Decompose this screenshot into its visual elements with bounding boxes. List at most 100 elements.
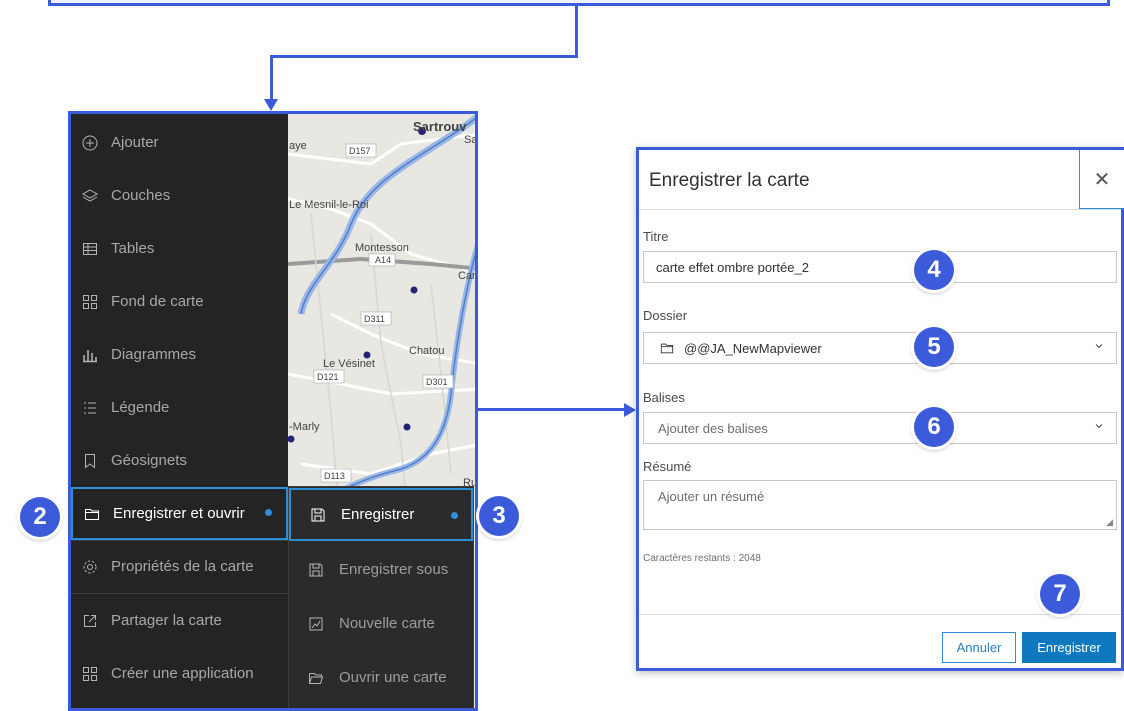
map-label: Car <box>458 270 476 282</box>
close-button[interactable]: ✕ <box>1079 150 1124 209</box>
map-label: Sartrouv <box>413 119 467 134</box>
resize-handle-icon[interactable]: ◢ <box>1106 517 1113 528</box>
step-badge-7: 7 <box>1040 574 1080 614</box>
sidebar-item-diagrammes[interactable]: Diagrammes <box>71 328 288 381</box>
basemap-icon <box>81 293 99 311</box>
divider <box>639 209 1121 210</box>
folder-select-value: @@JA_NewMapviewer <box>684 340 822 356</box>
arrow-down-icon <box>264 99 278 111</box>
legend-icon <box>81 399 99 417</box>
map-label: Le Vésinet <box>323 358 375 370</box>
sidebar-item-partager[interactable]: Partager la carte <box>71 594 288 647</box>
step-badge-5: 5 <box>914 327 954 367</box>
sidebar-item-label: Légende <box>111 399 170 416</box>
close-icon: ✕ <box>1093 168 1111 191</box>
active-dot-icon <box>451 512 458 519</box>
map-label: A14 <box>375 255 391 265</box>
submenu-item-nouvelle-carte[interactable]: Nouvelle carte <box>289 597 473 650</box>
submenu-item-label: Enregistrer <box>341 506 415 523</box>
connector-line <box>478 408 626 411</box>
connector-line <box>575 5 578 57</box>
divider <box>639 614 1121 615</box>
sidebar-item-label: Géosignets <box>111 452 187 469</box>
save-submenu: Enregistrer Enregistrer sous Nouvelle ca… <box>288 486 474 708</box>
sidebar-item-label: Couches <box>111 187 171 204</box>
apps-icon <box>81 665 99 683</box>
sidebar-item-label: Propriétés de la carte <box>111 558 254 575</box>
cancel-button[interactable]: Annuler <box>942 632 1016 663</box>
open-folder-icon <box>307 669 325 687</box>
sidebar-item-fond-de-carte[interactable]: Fond de carte <box>71 275 288 328</box>
map-label: Chatou <box>409 345 444 357</box>
submenu-item-ouvrir-carte[interactable]: Ouvrir une carte <box>289 651 473 704</box>
sidebar-item-label: Créer une application <box>111 665 254 682</box>
map-label: -Marly <box>289 421 320 433</box>
sidebar-item-couches[interactable]: Couches <box>71 169 288 222</box>
sidebar-item-tables[interactable]: Tables <box>71 222 288 275</box>
title-input-value: carte effet ombre portée_2 <box>656 259 809 275</box>
tags-placeholder: Ajouter des balises <box>658 420 768 436</box>
plus-circle-icon <box>81 134 99 152</box>
chart-icon <box>81 346 99 364</box>
arrow-right-icon <box>624 403 636 417</box>
summary-placeholder: Ajouter un résumé <box>658 489 765 504</box>
step-badge-6: 6 <box>914 407 954 447</box>
step-badge-2: 2 <box>20 497 60 537</box>
folder-label: Dossier <box>643 308 688 323</box>
chars-remaining: Caractères restants : 2048 <box>643 553 761 564</box>
save-icon <box>309 506 327 524</box>
chevron-down-icon <box>1094 341 1104 354</box>
submenu-item-enregistrer[interactable]: Enregistrer <box>289 488 473 541</box>
map-label: Montesson <box>355 242 409 254</box>
sidebar-item-label: Ajouter <box>111 134 159 151</box>
folder-icon <box>83 505 101 523</box>
tags-select[interactable]: Ajouter des balises <box>643 412 1117 444</box>
sidebar: Ajouter Couches Tables Fond de carte Dia… <box>71 114 288 708</box>
sidebar-item-legende[interactable]: Légende <box>71 381 288 434</box>
bookmark-icon <box>81 452 99 470</box>
app-panel: Sartrouv Sa aye D157 Le Mesnil-le-Roi Mo… <box>68 111 478 711</box>
sidebar-item-proprietes[interactable]: Propriétés de la carte <box>71 540 288 593</box>
sidebar-item-ajouter[interactable]: Ajouter <box>71 116 288 169</box>
sidebar-item-creer-application[interactable]: Créer une application <box>71 647 288 700</box>
connector-line <box>270 55 273 101</box>
summary-textarea[interactable]: Ajouter un résumé ◢ <box>643 480 1117 530</box>
map-label: D121 <box>317 372 339 382</box>
map-label: Le Mesnil-le-Roi <box>289 199 368 211</box>
sidebar-item-label: Partager la carte <box>111 612 222 629</box>
sidebar-item-enregistrer-et-ouvrir[interactable]: Enregistrer et ouvrir <box>71 487 288 540</box>
sidebar-item-label: Enregistrer et ouvrir <box>113 505 245 522</box>
submenu-item-label: Enregistrer sous <box>339 561 449 578</box>
save-as-icon <box>307 561 325 579</box>
step-badge-3: 3 <box>479 496 519 536</box>
submenu-item-label: Ouvrir une carte <box>339 669 447 686</box>
folder-select[interactable]: @@JA_NewMapviewer <box>643 332 1117 364</box>
sidebar-item-label: Fond de carte <box>111 293 204 310</box>
sidebar-item-geosignets[interactable]: Géosignets <box>71 434 288 487</box>
connector-line <box>270 55 578 58</box>
map-label: D311 <box>364 314 385 324</box>
tags-label: Balises <box>643 390 685 405</box>
dialog-title: Enregistrer la carte <box>649 170 810 191</box>
map-label: aye <box>289 140 307 152</box>
sidebar-item-label: Diagrammes <box>111 346 197 363</box>
gear-icon <box>81 558 99 576</box>
folder-icon <box>660 341 674 355</box>
new-map-icon <box>307 615 325 633</box>
submenu-item-enregistrer-sous[interactable]: Enregistrer sous <box>289 543 473 596</box>
table-icon <box>81 240 99 258</box>
title-label: Titre <box>643 229 669 244</box>
map-label: D113 <box>324 471 345 481</box>
map-label: D301 <box>426 377 448 387</box>
chevron-down-icon <box>1094 421 1104 434</box>
layers-icon <box>81 187 99 205</box>
summary-label: Résumé <box>643 459 692 474</box>
step-badge-4: 4 <box>914 250 954 290</box>
submenu-item-label: Nouvelle carte <box>339 615 435 632</box>
active-dot-icon <box>265 509 272 516</box>
share-icon <box>81 612 99 630</box>
save-button[interactable]: Enregistrer <box>1022 632 1116 663</box>
title-input[interactable]: carte effet ombre portée_2 <box>643 251 1117 283</box>
map-label: D157 <box>349 146 371 156</box>
map-label: Sa <box>464 134 478 146</box>
